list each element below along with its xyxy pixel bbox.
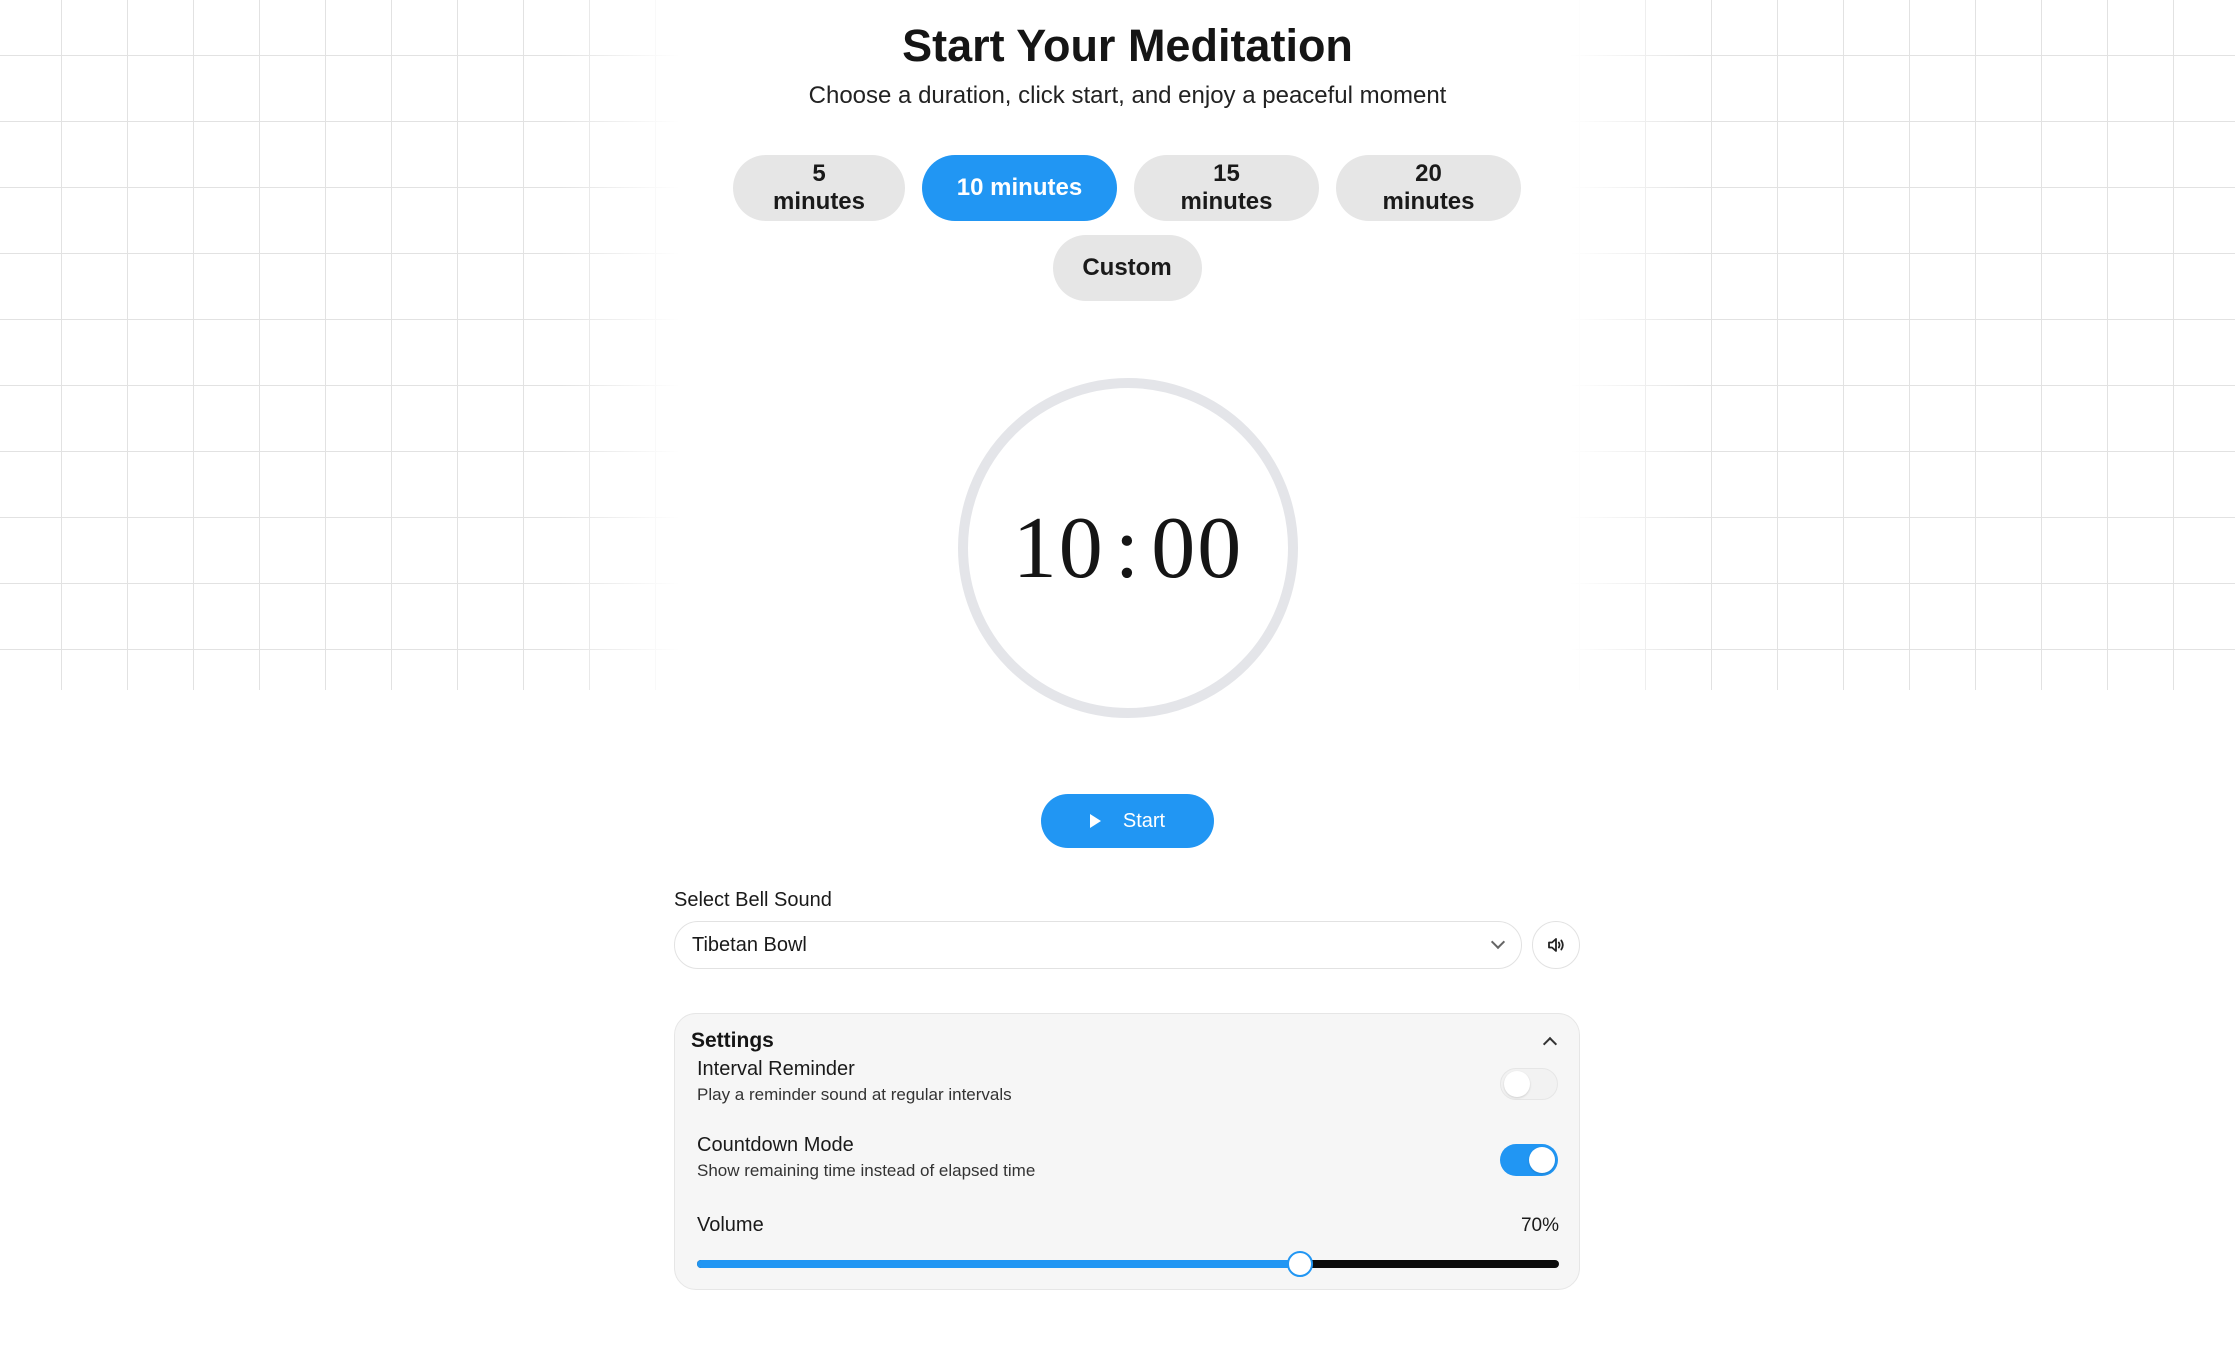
countdown-mode-title: Countdown Mode	[697, 1134, 854, 1156]
bell-sound-label: Select Bell Sound	[674, 889, 832, 911]
page-title: Start Your Meditation	[902, 20, 1353, 71]
start-button[interactable]: Start	[1041, 794, 1214, 848]
meditation-page: Start Your Meditation Choose a duration,…	[0, 0, 2235, 1371]
volume-slider[interactable]	[697, 1251, 1559, 1277]
bell-sound-select[interactable]: Tibetan Bowl	[674, 921, 1522, 969]
volume-label: Volume	[697, 1214, 764, 1236]
volume-slider-thumb[interactable]	[1287, 1251, 1313, 1277]
toggle-knob	[1529, 1147, 1555, 1173]
countdown-mode-toggle[interactable]	[1500, 1144, 1558, 1176]
start-button-label: Start	[1122, 809, 1166, 832]
interval-reminder-description: Play a reminder sound at regular interva…	[697, 1085, 1012, 1104]
toggle-knob	[1504, 1071, 1530, 1097]
duration-options: 5 minutes 10 minutes 15 minutes 20 minut…	[727, 155, 1527, 301]
interval-reminder-title: Interval Reminder	[697, 1058, 855, 1080]
duration-custom-button[interactable]: Custom	[1052, 235, 1202, 301]
chevron-down-icon	[1490, 934, 1506, 950]
chevron-up-icon[interactable]	[1542, 1036, 1558, 1052]
duration-20-button[interactable]: 20 minutes	[1336, 155, 1521, 221]
duration-15-button[interactable]: 15 minutes	[1134, 155, 1319, 221]
bell-sound-value: Tibetan Bowl	[692, 933, 807, 956]
play-icon	[1089, 814, 1101, 828]
timer-minutes: 10	[1012, 499, 1105, 597]
countdown-mode-description: Show remaining time instead of elapsed t…	[697, 1161, 1036, 1180]
duration-10-button[interactable]: 10 minutes	[922, 155, 1117, 221]
preview-sound-button[interactable]	[1532, 921, 1580, 969]
page-subtitle: Choose a duration, click start, and enjo…	[808, 82, 1447, 109]
timer-separator: :	[1114, 499, 1142, 597]
interval-reminder-toggle[interactable]	[1500, 1068, 1558, 1100]
settings-header[interactable]: Settings	[691, 1026, 1563, 1056]
timer-seconds: 00	[1151, 499, 1244, 597]
speaker-icon	[1548, 938, 1564, 952]
timer-ring: 10:00	[958, 378, 1298, 718]
timer-display: 10:00	[1013, 498, 1243, 599]
settings-title: Settings	[691, 1029, 774, 1052]
duration-5-button[interactable]: 5 minutes	[733, 155, 905, 221]
volume-slider-fill	[697, 1260, 1300, 1268]
volume-value: 70%	[1520, 1215, 1559, 1236]
settings-panel: Settings Interval Reminder Play a remind…	[674, 1013, 1580, 1290]
